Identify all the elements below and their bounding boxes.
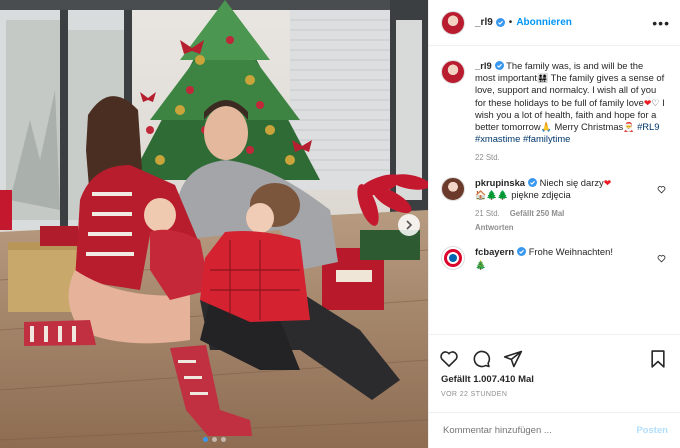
comments-list: _rl9 The family was, is and will be the … bbox=[429, 46, 680, 334]
post-sidebar: _rl9 • Abonnieren ••• _rl9 The family wa… bbox=[428, 0, 680, 448]
likes-count[interactable]: Gefällt 1.007.410 Mal bbox=[429, 374, 680, 385]
instagram-post: _rl9 • Abonnieren ••• _rl9 The family wa… bbox=[0, 0, 680, 448]
comment-icon[interactable] bbox=[471, 349, 491, 369]
verified-icon bbox=[528, 177, 538, 187]
carousel-indicator bbox=[0, 437, 428, 442]
pray-emoji: 🙏 bbox=[540, 122, 552, 133]
caption-body: _rl9 The family was, is and will be the … bbox=[475, 60, 666, 165]
post-header: _rl9 • Abonnieren ••• bbox=[429, 0, 680, 46]
santa-emoji: 🎅 bbox=[623, 122, 635, 133]
carousel-dot bbox=[220, 437, 226, 442]
follow-button[interactable]: Abonnieren bbox=[516, 17, 572, 28]
comment-time[interactable]: 21 Std. bbox=[475, 208, 500, 220]
red-heart-emoji: ❤ bbox=[603, 177, 612, 188]
comment-username[interactable]: pkrupinska bbox=[475, 177, 525, 188]
chevron-right-icon bbox=[406, 220, 413, 230]
avatar[interactable] bbox=[441, 10, 465, 35]
comment-body: pkrupinska Niech się darzy❤ 🏠🌲🌲 piękne z… bbox=[475, 177, 647, 235]
avatar[interactable] bbox=[441, 60, 465, 84]
comment-text: Niech się darzy bbox=[537, 176, 604, 188]
comment-composer: Posten bbox=[429, 412, 680, 448]
caption: _rl9 The family was, is and will be the … bbox=[441, 60, 666, 165]
comment-text: Frohe Weihnachten! bbox=[526, 246, 613, 258]
post-photo[interactable] bbox=[0, 0, 428, 448]
heart-icon[interactable] bbox=[657, 185, 666, 194]
hashtag-link[interactable]: #RL9 bbox=[637, 121, 659, 132]
bookmark-icon[interactable] bbox=[648, 349, 668, 369]
family-christmas-photo bbox=[0, 0, 428, 448]
fcbayern-logo-icon bbox=[444, 249, 462, 268]
comment: pkrupinska Niech się darzy❤ 🏠🌲🌲 piękne z… bbox=[441, 176, 666, 235]
carousel-dot bbox=[211, 437, 217, 442]
avatar[interactable] bbox=[441, 246, 465, 271]
comment-input[interactable] bbox=[441, 424, 637, 437]
heart-icon[interactable] bbox=[439, 349, 459, 369]
comment-body: fcbayern Frohe Weihnachten! 🎄 bbox=[475, 246, 647, 270]
post-comment-button[interactable]: Posten bbox=[636, 425, 668, 436]
share-icon[interactable] bbox=[503, 349, 523, 369]
next-slide-button[interactable] bbox=[398, 214, 420, 236]
comment: fcbayern Frohe Weihnachten! 🎄 bbox=[441, 246, 666, 271]
caption-text: Merry Christmas bbox=[551, 121, 624, 133]
carousel-dot-active bbox=[202, 437, 208, 442]
reply-button[interactable]: Antworten bbox=[475, 222, 514, 234]
trees-emoji: 🌲🌲 bbox=[486, 189, 509, 200]
action-bar bbox=[429, 334, 680, 374]
verified-icon bbox=[517, 247, 527, 257]
tree-emoji: 🎄 bbox=[475, 259, 487, 270]
comment-likes[interactable]: Gefällt 250 Mal bbox=[510, 208, 565, 220]
hashtag-link[interactable]: #familytime bbox=[523, 133, 570, 144]
separator: • bbox=[508, 17, 513, 28]
author-username[interactable]: _rl9 bbox=[475, 17, 493, 28]
verified-icon bbox=[495, 18, 505, 27]
more-options-button[interactable]: ••• bbox=[652, 16, 670, 30]
comment-text: piękne zdjęcia bbox=[508, 188, 571, 200]
hashtag-link[interactable]: #xmastime bbox=[475, 133, 520, 144]
caption-time[interactable]: 22 Std. bbox=[475, 152, 500, 164]
family-emoji: 👨‍👩‍👧‍👧 bbox=[537, 73, 549, 84]
caption-username[interactable]: _rl9 bbox=[475, 60, 492, 71]
comment-username[interactable]: fcbayern bbox=[475, 246, 514, 257]
post-time[interactable]: VOR 22 STUNDEN bbox=[429, 391, 680, 398]
house-emoji: 🏠 bbox=[475, 189, 487, 200]
verified-icon bbox=[494, 61, 504, 70]
avatar[interactable] bbox=[441, 176, 465, 201]
heart-icon[interactable] bbox=[657, 254, 666, 263]
